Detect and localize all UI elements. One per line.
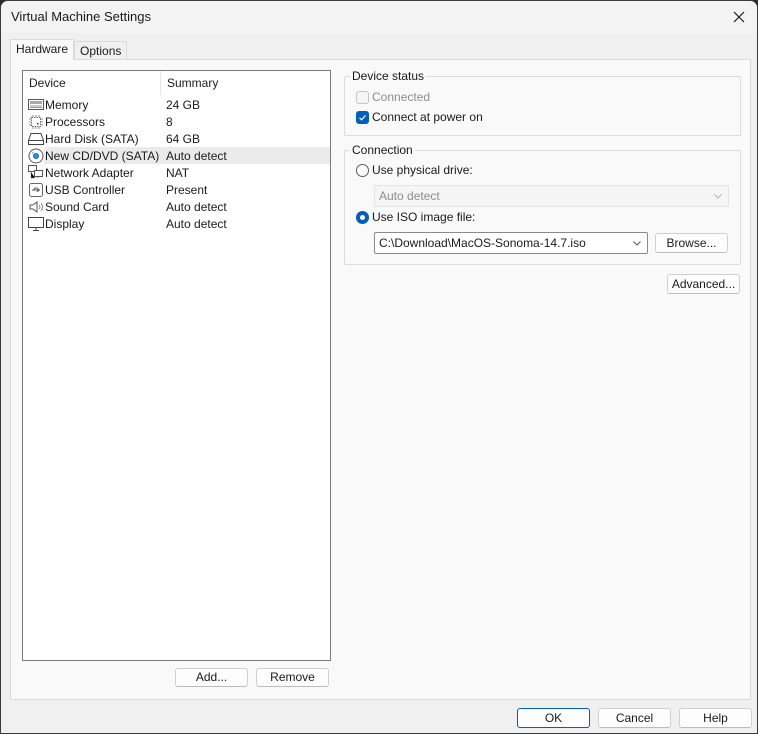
vm-settings-dialog: Virtual Machine Settings Hardware Option… [0, 0, 758, 734]
use-physical-drive-radio[interactable]: Use physical drive: [356, 163, 473, 177]
processor-icon [28, 114, 44, 130]
use-iso-image-label: Use ISO image file: [372, 210, 476, 224]
use-physical-drive-radio-circle[interactable] [356, 163, 369, 177]
connected-checkbox-box[interactable] [356, 90, 369, 104]
device-summary: Auto detect [166, 216, 227, 231]
use-iso-image-radio[interactable]: Use ISO image file: [356, 210, 475, 224]
add-button[interactable]: Add... [175, 668, 248, 687]
tab-options[interactable]: Options [74, 41, 128, 59]
ok-button[interactable]: OK [517, 708, 590, 728]
device-status-label: Device status [350, 69, 427, 83]
device-row-memory[interactable]: Memory 24 GB [23, 96, 330, 113]
device-summary: 64 GB [166, 131, 201, 146]
help-button[interactable]: Help [679, 708, 752, 728]
device-summary: Auto detect [166, 199, 227, 214]
device-name: Display [45, 216, 85, 231]
use-iso-image-radio-circle[interactable] [356, 210, 369, 224]
device-summary: Present [166, 182, 208, 197]
close-icon [733, 11, 745, 23]
browse-button[interactable]: Browse... [655, 233, 728, 253]
device-name: Hard Disk (SATA) [45, 131, 139, 146]
device-row-network-adapter[interactable]: Network Adapter NAT [23, 164, 330, 181]
device-name: USB Controller [45, 182, 126, 197]
cancel-button[interactable]: Cancel [598, 708, 671, 728]
connect-at-power-on-label: Connect at power on [372, 110, 483, 124]
close-button[interactable] [727, 5, 751, 29]
remove-button[interactable]: Remove [256, 668, 329, 687]
device-summary: Auto detect [166, 148, 227, 163]
sound-card-icon [28, 199, 44, 215]
column-header-summary[interactable]: Summary [161, 71, 330, 95]
use-physical-drive-label: Use physical drive: [372, 163, 473, 177]
device-name: Memory [45, 97, 89, 112]
advanced-button[interactable]: Advanced... [667, 274, 740, 294]
device-summary: 24 GB [166, 97, 201, 112]
hardware-panel: Device Summary Memory 24 GB Processors 8… [10, 59, 751, 700]
tab-bar: Hardware Options [10, 39, 128, 60]
title-bar: Virtual Machine Settings [1, 1, 757, 33]
iso-image-path-value[interactable]: C:\Download\MacOS-Sonoma-14.7.iso [379, 236, 586, 250]
chevron-down-icon [714, 194, 722, 199]
device-name: New CD/DVD (SATA) [45, 148, 160, 163]
cd-dvd-icon [28, 148, 44, 164]
device-summary: 8 [166, 114, 173, 129]
device-status-group: Device status Connected Connect at power… [344, 69, 741, 136]
connected-label: Connected [372, 90, 431, 104]
device-row-hard-disk[interactable]: Hard Disk (SATA) 64 GB [23, 130, 330, 147]
hard-disk-icon [28, 131, 44, 147]
device-list-header: Device Summary [23, 71, 330, 95]
device-list[interactable]: Device Summary Memory 24 GB Processors 8… [22, 70, 331, 661]
device-row-cd-dvd[interactable]: New CD/DVD (SATA) Auto detect [23, 147, 330, 164]
physical-drive-select[interactable]: Auto detect [374, 185, 729, 207]
display-icon [28, 216, 44, 232]
chevron-down-icon [633, 241, 641, 246]
device-row-sound-card[interactable]: Sound Card Auto detect [23, 198, 330, 215]
network-adapter-icon [28, 164, 44, 181]
device-name: Sound Card [45, 199, 110, 214]
iso-image-path-select[interactable]: C:\Download\MacOS-Sonoma-14.7.iso [374, 232, 648, 254]
device-rows: Memory 24 GB Processors 8 Hard Disk (SAT… [23, 96, 330, 232]
connection-label: Connection [350, 143, 415, 157]
memory-icon [28, 97, 44, 113]
device-row-usb-controller[interactable]: USB Controller Present [23, 181, 330, 198]
connected-checkbox[interactable]: Connected [356, 90, 430, 104]
tab-hardware[interactable]: Hardware [10, 39, 75, 60]
device-summary: NAT [166, 165, 190, 180]
device-name: Processors [45, 114, 106, 129]
device-row-processors[interactable]: Processors 8 [23, 113, 330, 130]
window-title: Virtual Machine Settings [11, 9, 151, 24]
device-name: Network Adapter [45, 165, 134, 180]
usb-icon [28, 182, 44, 198]
checkmark-icon [359, 114, 366, 121]
connection-group: Connection Use physical drive: Auto dete… [344, 143, 741, 265]
column-header-device[interactable]: Device [23, 71, 161, 95]
device-row-display[interactable]: Display Auto detect [23, 215, 330, 232]
physical-drive-value: Auto detect [379, 189, 440, 203]
connect-at-power-on-checkbox-box[interactable] [356, 110, 369, 124]
connect-at-power-on-checkbox[interactable]: Connect at power on [356, 110, 483, 124]
